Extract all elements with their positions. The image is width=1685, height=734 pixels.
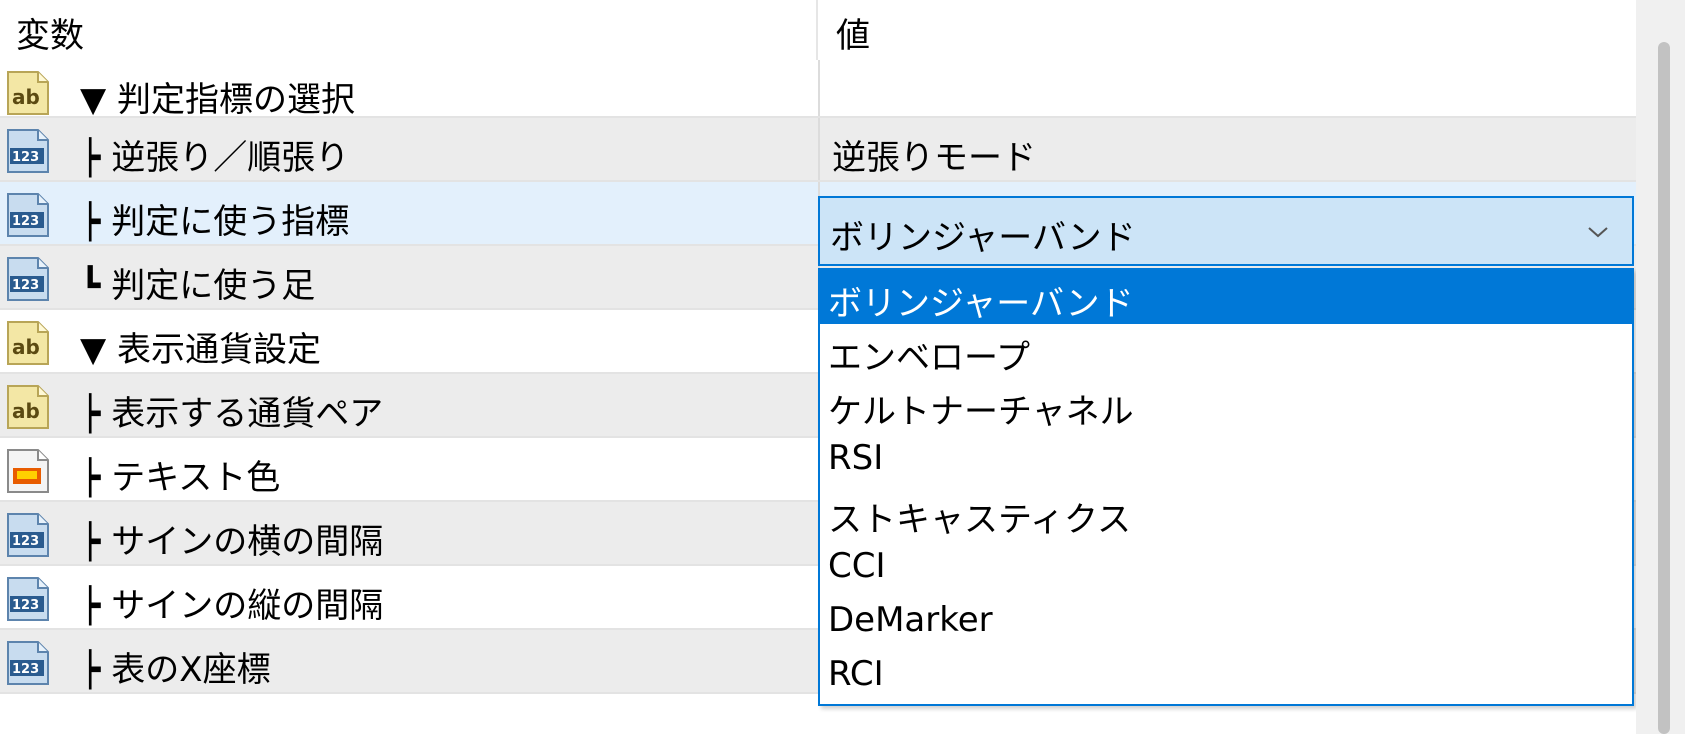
dropdown-option-label: ボリンジャーバンド [828, 284, 1134, 324]
dropdown-option-label: ケルトナーチャネル [828, 392, 1134, 432]
ab-text-icon: ab [4, 68, 52, 118]
variable-label: ┝ テキスト色 [80, 458, 281, 498]
dropdown-option-label: DeMarker [828, 600, 993, 640]
variable-cell[interactable]: 123 ┝ 逆張り／順張り [0, 118, 816, 180]
svg-text:123: 123 [12, 662, 39, 677]
dropdown-option-label: RCI [828, 654, 884, 694]
value-cell[interactable] [818, 60, 1636, 116]
dropdown-option[interactable]: ケルトナーチャネル [820, 378, 1632, 432]
header-divider[interactable] [816, 0, 818, 60]
variable-label: ▼ 表示通貨設定 [80, 330, 321, 370]
123-number-icon: 123 [4, 126, 52, 176]
123-number-icon: 123 [4, 574, 52, 624]
variable-label: ┗ 判定に使う足 [80, 266, 316, 306]
variable-cell[interactable]: 123 ┗ 判定に使う足 [0, 246, 816, 308]
variable-label: ┝ 表のX座標 [80, 650, 271, 690]
svg-text:ab: ab [12, 335, 40, 359]
dropdown-option[interactable]: RSI [820, 432, 1632, 486]
variable-label: ┝ サインの縦の間隔 [80, 586, 384, 626]
table-row[interactable]: 123 ┝ 逆張り／順張り 逆張りモード [0, 118, 1636, 182]
color-icon [4, 446, 52, 496]
value-cell[interactable]: 逆張りモード [818, 118, 1636, 180]
svg-text:123: 123 [12, 534, 39, 549]
svg-text:123: 123 [12, 278, 39, 293]
variable-cell[interactable]: ┝ テキスト色 [0, 438, 816, 500]
dropdown-option[interactable]: ボリンジャーバンド [820, 270, 1632, 324]
header-variable[interactable]: 変数 [16, 8, 84, 57]
variable-cell[interactable]: 123 ┝ 表のX座標 [0, 630, 816, 692]
table-row[interactable]: ab ▼ 判定指標の選択 [0, 60, 1636, 120]
scrollbar-thumb[interactable] [1658, 42, 1670, 734]
dropdown-option-label: RSI [828, 438, 884, 478]
value-text: 逆張りモード [832, 138, 1036, 178]
123-number-icon: 123 [4, 190, 52, 240]
grid-header: 変数 値 [0, 0, 1636, 60]
svg-text:123: 123 [12, 598, 39, 613]
ab-text-icon: ab [4, 318, 52, 368]
combobox-value: ボリンジャーバンド [830, 218, 1136, 258]
variable-label: ┝ 表示する通貨ペア [80, 394, 384, 434]
variable-cell[interactable]: 123 ┝ サインの縦の間隔 [0, 566, 816, 628]
chevron-down-icon [1588, 227, 1608, 238]
variable-label: ┝ 逆張り／順張り [80, 138, 350, 178]
variable-label: ┝ 判定に使う指標 [80, 202, 350, 242]
svg-text:123: 123 [12, 150, 39, 165]
ab-text-icon: ab [4, 382, 52, 432]
variable-cell[interactable]: ab ▼ 表示通貨設定 [0, 310, 816, 372]
vertical-scrollbar[interactable] [1636, 0, 1685, 734]
svg-text:123: 123 [12, 214, 39, 229]
header-value[interactable]: 値 [836, 8, 870, 57]
123-number-icon: 123 [4, 510, 52, 560]
dropdown-option[interactable]: ストキャスティクス [820, 486, 1632, 540]
variable-label: ┝ サインの横の間隔 [80, 522, 384, 562]
dropdown-option[interactable]: RCI [820, 648, 1632, 702]
indicator-dropdown-list: ボリンジャーバンド エンベロープケルトナーチャネル RSI ストキャスティクス CCI D… [818, 268, 1634, 706]
dropdown-option-label: エンベロープ [828, 338, 1030, 378]
svg-text:ab: ab [12, 399, 40, 423]
dropdown-option[interactable]: エンベロープ [820, 324, 1632, 378]
svg-text:ab: ab [12, 85, 40, 109]
dropdown-option-label: CCI [828, 546, 886, 586]
variable-label: ▼ 判定指標の選択 [80, 80, 355, 120]
variable-cell[interactable]: 123 ┝ サインの横の間隔 [0, 502, 816, 564]
123-number-icon: 123 [4, 638, 52, 688]
variable-cell[interactable]: ab ┝ 表示する通貨ペア [0, 374, 816, 436]
variable-cell[interactable]: 123 ┝ 判定に使う指標 [0, 182, 816, 244]
dropdown-option[interactable]: DeMarker [820, 594, 1632, 648]
dropdown-option[interactable]: CCI [820, 540, 1632, 594]
indicator-combobox[interactable]: ボリンジャーバンド [818, 196, 1634, 266]
123-number-icon: 123 [4, 254, 52, 304]
variable-cell[interactable]: ab ▼ 判定指標の選択 [0, 60, 816, 120]
dropdown-option-label: ストキャスティクス [828, 500, 1131, 540]
